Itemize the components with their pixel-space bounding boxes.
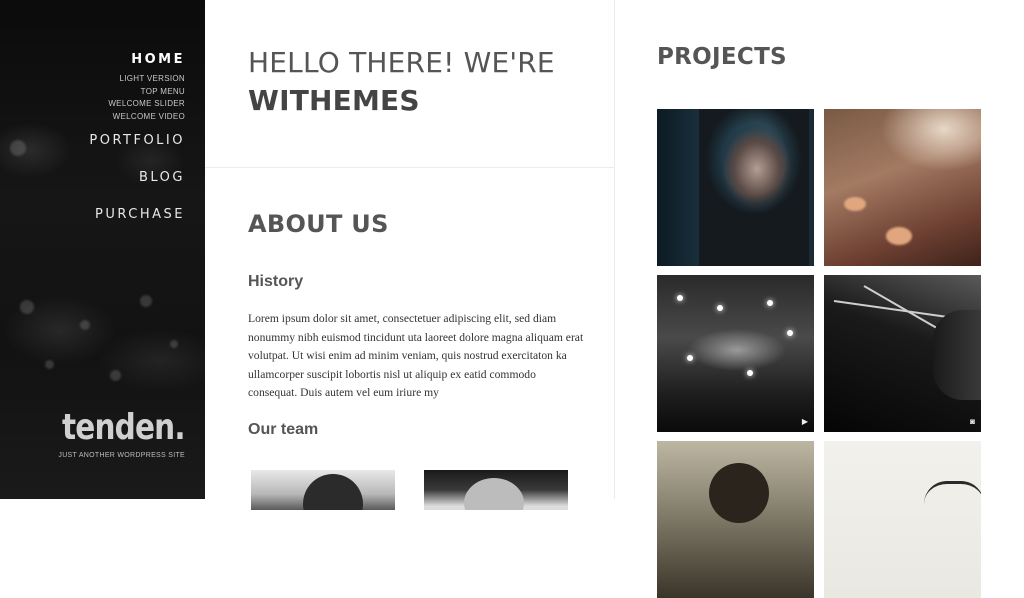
bokeh-light [140,295,152,307]
main-nav: HOME LIGHT VERSION TOP MENU WELCOME SLID… [89,52,185,222]
intro-heading: HELLO THERE! WE'RE WITHEMES [248,44,555,120]
project-tile-flowers[interactable] [824,109,981,266]
tile-image [863,285,943,332]
tile-image [844,197,866,211]
bokeh-light [80,320,90,330]
portrait-image [464,478,524,510]
site-logo[interactable]: tenden. [62,408,186,448]
nav-sub-light-version[interactable]: LIGHT VERSION [89,73,185,86]
bokeh-light [45,360,54,369]
team-member-photo[interactable] [251,470,395,510]
nav-sub-top-menu[interactable]: TOP MENU [89,86,185,99]
project-tile-portrait-dark[interactable]: ◙ [824,275,981,432]
nav-purchase[interactable]: PURCHASE [89,207,185,222]
project-tile-portrait[interactable] [657,109,814,266]
intro-line-2: WITHEMES [248,84,420,117]
brand: tenden. JUST ANOTHER WORDPRESS SITE [35,408,186,460]
bokeh-light [10,140,26,156]
project-tile-city-lights[interactable]: ▶ [657,275,814,432]
tile-image [677,295,683,301]
column-divider [614,0,615,499]
bokeh-light [110,370,121,381]
tile-image [747,370,753,376]
project-tile-minimal[interactable] [824,441,981,598]
projects-title: PROJECTS [657,44,787,70]
content-column: HELLO THERE! WE'RE WITHEMES ABOUT US His… [205,0,614,510]
team-heading: Our team [248,421,319,438]
video-icon: ▶ [801,417,808,426]
sidebar: HOME LIGHT VERSION TOP MENU WELCOME SLID… [0,0,205,499]
nav-blog[interactable]: BLOG [89,170,185,185]
nav-sub-welcome-slider[interactable]: WELCOME SLIDER [89,98,185,111]
nav-sub-welcome-video[interactable]: WELCOME VIDEO [89,111,185,124]
section-divider [205,167,614,168]
bokeh-light [20,300,34,314]
intro-line-1: HELLO THERE! WE'RE [248,46,555,79]
about-title: ABOUT US [248,210,389,238]
tile-image [717,305,723,311]
tile-image [886,227,912,245]
history-heading: History [248,273,304,290]
history-text: Lorem ipsum dolor sit amet, consectetuer… [248,312,584,399]
tile-image [687,355,693,361]
tile-image [787,330,793,336]
bokeh-light [170,340,178,348]
tile-image [699,109,809,266]
camera-icon: ◙ [970,417,975,426]
team-member-photo[interactable] [424,470,568,510]
site-tagline: JUST ANOTHER WORDPRESS SITE [58,452,185,459]
tile-image [933,310,981,400]
nav-portfolio[interactable]: PORTFOLIO [89,133,185,148]
nav-home[interactable]: HOME [89,52,185,67]
tile-image [709,463,769,523]
tile-image [924,481,981,504]
portrait-image [303,474,363,510]
tile-image [767,300,773,306]
nav-home-submenu: LIGHT VERSION TOP MENU WELCOME SLIDER WE… [89,73,185,123]
project-tile-hooded[interactable] [657,441,814,598]
